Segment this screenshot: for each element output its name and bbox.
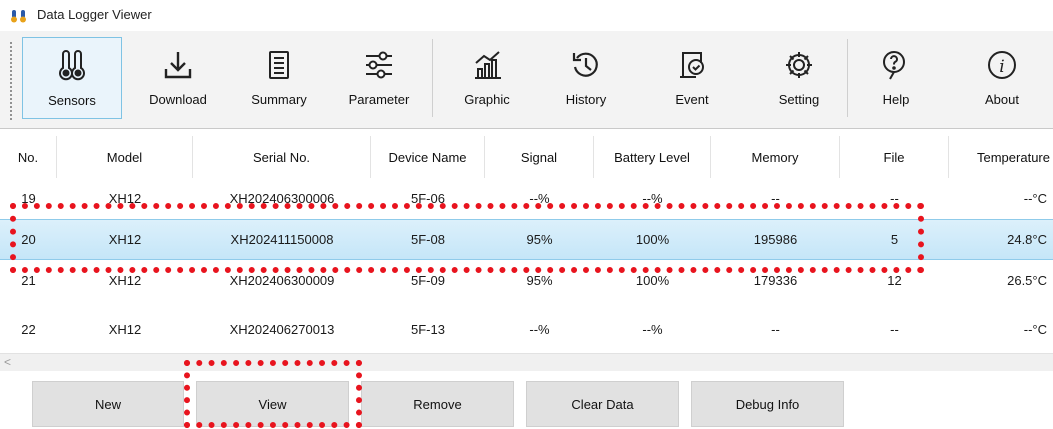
gear-icon [786,52,812,78]
about-label: About [985,92,1019,107]
cell-memory: 179336 [753,273,798,288]
column-header[interactable]: Serial No. [193,136,371,178]
column-header[interactable]: Memory [711,136,840,178]
cell-memory: 195986 [753,232,798,247]
cell-signal: --% [529,322,550,337]
cell-file: 5 [890,232,899,247]
cell-model: XH12 [108,273,142,288]
remove-button[interactable]: Remove [361,381,514,427]
help-icon [883,51,905,80]
event-check-icon [680,52,704,78]
info-icon: i [988,51,1016,79]
column-header[interactable]: Device Name [371,136,485,178]
cell-no: 22 [21,322,36,337]
cell-device-name: 5F-09 [411,273,445,288]
title-bar: Data Logger Viewer [0,0,1053,31]
download-icon [164,52,192,79]
document-list-icon [269,51,289,79]
column-header[interactable]: Signal [485,136,594,178]
cell-temperature: 26.5°C [1007,273,1047,288]
horizontal-scrollbar[interactable]: < [0,353,1053,371]
thermometer-icon [59,50,85,81]
cell-battery: 100% [635,273,670,288]
cell-model: XH12 [108,232,142,247]
download-button[interactable]: Download [140,37,216,119]
cell-serial: XH202406300006 [229,191,335,206]
window-title: Data Logger Viewer [37,7,152,22]
cell-temperature: --°C [1023,191,1047,206]
sensor-table: No. Model Serial No. Device Name Signal … [0,131,1053,354]
cell-serial: XH202411150008 [230,232,334,247]
graphic-label: Graphic [464,92,510,107]
cell-signal: 95% [526,273,553,288]
svg-text:i: i [999,57,1004,77]
cell-memory: -- [771,322,780,337]
cell-file: -- [890,322,899,337]
history-icon [572,52,598,77]
column-header[interactable]: No. [0,136,57,178]
cell-signal: 95% [526,232,553,247]
cell-file: -- [890,191,899,206]
history-label: History [565,92,607,107]
cell-device-name: 5F-06 [411,191,445,206]
setting-button[interactable]: Setting [764,37,834,119]
new-button[interactable]: New [32,381,184,427]
toolbar-separator [847,39,848,117]
column-header[interactable]: Model [57,136,193,178]
summary-label: Summary [251,92,307,107]
table-row[interactable]: 19 XH12 XH202406300006 5F-06 --% --% -- … [0,178,1053,219]
table-row[interactable]: 22 XH12 XH202406270013 5F-13 --% --% -- … [0,309,1053,350]
cell-no: 21 [21,273,36,288]
parameter-label: Parameter [348,92,410,107]
sensors-label: Sensors [48,93,96,108]
table-header: No. Model Serial No. Device Name Signal … [0,136,1053,178]
toolbar-grip[interactable] [9,41,13,121]
cell-model: XH12 [108,191,142,206]
history-button[interactable]: History [556,37,616,119]
about-button[interactable]: i About [972,37,1032,119]
cell-no: 20 [21,232,36,247]
cell-serial: XH202406300009 [229,273,335,288]
cell-temperature: 24.8°C [1007,232,1047,247]
cell-battery: --% [642,191,663,206]
cell-serial: XH202406270013 [229,322,335,337]
cell-device-name: 5F-13 [411,322,445,337]
scroll-left-arrow-icon[interactable]: < [4,355,11,369]
sensors-button[interactable]: Sensors [22,37,122,119]
thermometer-icon [11,10,26,23]
cell-temperature: --°C [1023,322,1047,337]
column-header[interactable]: File [840,136,949,178]
cell-memory: -- [771,191,780,206]
cell-device-name: 5F-08 [411,232,445,247]
sliders-icon [366,51,392,79]
download-label: Download [149,92,207,107]
toolbar: Sensors Download Summary Parameter Graph… [0,31,1053,129]
view-button[interactable]: View [196,381,349,427]
summary-button[interactable]: Summary [246,37,312,119]
debug-info-button[interactable]: Debug Info [691,381,844,427]
column-header[interactable]: Temperature [949,136,1053,178]
parameter-button[interactable]: Parameter [341,37,417,119]
cell-battery: --% [642,322,663,337]
setting-label: Setting [778,92,820,107]
cell-model: XH12 [108,322,142,337]
cell-signal: --% [529,191,550,206]
graphic-button[interactable]: Graphic [452,37,522,119]
table-row-selected[interactable]: 20 XH12 XH202411150008 5F-08 95% 100% 19… [0,219,1053,260]
help-button[interactable]: Help [866,37,926,119]
event-label: Event [675,92,709,107]
column-header[interactable]: Battery Level [594,136,711,178]
cell-battery: 100% [635,232,670,247]
chart-icon [475,51,501,79]
cell-file: 12 [887,273,902,288]
clear-data-button[interactable]: Clear Data [526,381,679,427]
toolbar-separator [432,39,433,117]
table-row[interactable]: 21 XH12 XH202406300009 5F-09 95% 100% 17… [0,260,1053,301]
help-label: Help [882,92,910,107]
cell-no: 19 [21,191,36,206]
event-button[interactable]: Event [662,37,722,119]
